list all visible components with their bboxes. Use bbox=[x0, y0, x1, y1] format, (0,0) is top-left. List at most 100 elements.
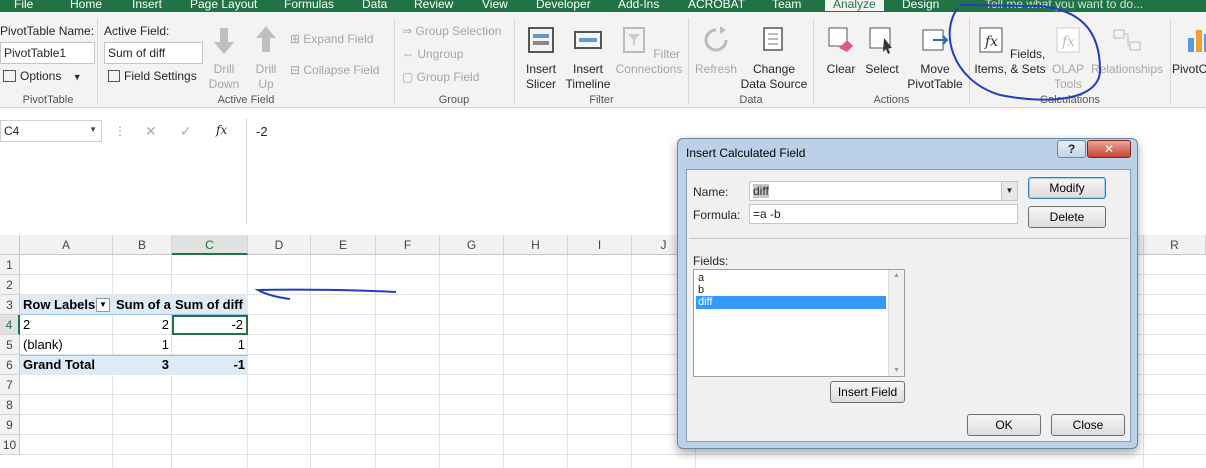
change-data-source-button[interactable]: Change Data Source bbox=[739, 24, 809, 92]
column-header-a[interactable]: A bbox=[20, 235, 113, 255]
selected-cell-c4[interactable]: -2 bbox=[172, 315, 248, 335]
pivot-row-label[interactable]: 2 bbox=[20, 315, 113, 335]
listbox-scrollbar[interactable]: ▲ ▼ bbox=[888, 270, 904, 376]
tab-insert[interactable]: Insert bbox=[132, 0, 162, 11]
group-field-button[interactable]: ▢ Group Field bbox=[402, 70, 479, 84]
pivotchart-button[interactable]: PivotC bbox=[1172, 24, 1206, 77]
move-pivottable-button[interactable]: Move PivotTable bbox=[904, 24, 966, 92]
fields-list-item[interactable]: b bbox=[696, 284, 886, 296]
pivot-total-sum-a[interactable]: 3 bbox=[113, 355, 172, 375]
tab-team[interactable]: Team bbox=[772, 0, 801, 11]
pivottable-group-label: PivotTable bbox=[22, 94, 74, 106]
row-header-1[interactable]: 1 bbox=[0, 255, 20, 275]
row-header-4[interactable]: 4 bbox=[0, 315, 20, 335]
clear-button[interactable]: Clear bbox=[822, 24, 860, 77]
row-header-9[interactable]: 9 bbox=[0, 415, 20, 435]
pivot-row-sum-a[interactable]: 1 bbox=[113, 335, 172, 355]
tab-review[interactable]: Review bbox=[414, 0, 453, 11]
help-button[interactable]: ? bbox=[1057, 140, 1086, 158]
tab-file[interactable]: File bbox=[14, 0, 33, 11]
column-header-f[interactable]: F bbox=[376, 235, 440, 255]
pivot-row-label[interactable]: (blank) bbox=[20, 335, 113, 355]
eraser-icon bbox=[828, 27, 853, 52]
column-header-h[interactable]: H bbox=[504, 235, 568, 255]
insert-function-icon[interactable]: fx bbox=[216, 123, 227, 137]
ungroup-button[interactable]: ⇔ Ungroup bbox=[402, 47, 463, 61]
options-button[interactable]: Options ▼ bbox=[3, 69, 82, 83]
tell-me-box[interactable]: Tell me what you want to do... bbox=[985, 0, 1143, 11]
pivottable-name-input[interactable]: PivotTable1 bbox=[0, 42, 95, 64]
column-header-i[interactable]: I bbox=[568, 235, 632, 255]
ok-button[interactable]: OK bbox=[967, 414, 1041, 436]
column-header-c[interactable]: C bbox=[172, 235, 248, 255]
fields-listbox[interactable]: a b diff ▲ ▼ bbox=[693, 269, 905, 377]
collapse-field-button[interactable]: ⊟ Collapse Field bbox=[290, 63, 379, 77]
chevron-down-icon[interactable]: ▼ bbox=[1001, 182, 1017, 200]
tab-home[interactable]: Home bbox=[70, 0, 102, 11]
expand-field-button[interactable]: ⊞ Expand Field bbox=[290, 32, 373, 46]
pivot-total-sum-diff[interactable]: -1 bbox=[172, 355, 248, 375]
fields-items-sets-button[interactable]: fx Fields, Items, & Sets bbox=[974, 24, 1046, 77]
row-header-6[interactable]: 6 bbox=[0, 355, 20, 375]
cancel-icon[interactable]: ✕ bbox=[145, 123, 157, 140]
column-header-e[interactable]: E bbox=[311, 235, 376, 255]
relationships-label: Relationships bbox=[1090, 62, 1164, 76]
name-combobox[interactable]: diff ▼ bbox=[749, 181, 1018, 201]
dialog-title: Insert Calculated Field bbox=[686, 146, 806, 160]
tab-developer[interactable]: Developer bbox=[536, 0, 591, 11]
row-header-10[interactable]: 10 bbox=[0, 435, 20, 455]
column-header-r[interactable]: R bbox=[1144, 235, 1206, 255]
pivot-header-row-labels[interactable]: Row Labels ▼ bbox=[20, 295, 113, 315]
column-header-b[interactable]: B bbox=[113, 235, 172, 255]
pivot-row-sum-diff[interactable]: 1 bbox=[172, 335, 248, 355]
group-selection-button[interactable]: ⇒ Group Selection bbox=[402, 24, 501, 38]
active-field-input[interactable]: Sum of diff bbox=[104, 42, 203, 64]
column-header-g[interactable]: G bbox=[440, 235, 504, 255]
formula-input[interactable]: =a -b bbox=[749, 204, 1018, 224]
drill-up-button[interactable]: Drill Up bbox=[247, 24, 285, 92]
tab-acrobat[interactable]: ACROBAT bbox=[688, 0, 745, 11]
row-header-5[interactable]: 5 bbox=[0, 335, 20, 355]
fields-list-item-selected[interactable]: diff bbox=[696, 296, 886, 309]
tab-design[interactable]: Design bbox=[902, 0, 940, 11]
insert-slicer-button[interactable]: Insert Slicer bbox=[519, 24, 563, 92]
close-button[interactable]: Close bbox=[1051, 414, 1125, 436]
row-header-8[interactable]: 8 bbox=[0, 395, 20, 415]
pivot-row-sum-a[interactable]: 2 bbox=[113, 315, 172, 335]
delete-button[interactable]: Delete bbox=[1028, 206, 1106, 228]
pivot-total-label[interactable]: Grand Total bbox=[20, 355, 113, 375]
name-box[interactable]: C4 ▼ bbox=[0, 120, 102, 142]
relationships-button[interactable]: Relationships bbox=[1090, 24, 1164, 77]
formula-bar-value[interactable]: -2 bbox=[256, 124, 268, 139]
tab-page-layout[interactable]: Page Layout bbox=[190, 0, 257, 11]
dialog-close-x-button[interactable]: ✕ bbox=[1087, 140, 1131, 158]
tab-formulas[interactable]: Formulas bbox=[284, 0, 334, 11]
column-header-d[interactable]: D bbox=[248, 235, 311, 255]
row-header-7[interactable]: 7 bbox=[0, 375, 20, 395]
row-header-3[interactable]: 3 bbox=[0, 295, 20, 315]
olap-tools-button[interactable]: fx OLAP Tools bbox=[1048, 24, 1088, 92]
filter-connections-button[interactable]: Filter Connections bbox=[613, 24, 685, 77]
field-settings-button[interactable]: Field Settings bbox=[108, 69, 197, 83]
tab-analyze[interactable]: Analyze bbox=[825, 0, 884, 11]
pivot-header-sum-diff[interactable]: Sum of diff bbox=[172, 295, 248, 315]
tab-add-ins[interactable]: Add-Ins bbox=[618, 0, 659, 11]
fields-list-item[interactable]: a bbox=[696, 272, 886, 284]
refresh-icon bbox=[704, 26, 728, 52]
filter-dropdown-icon[interactable]: ▼ bbox=[96, 298, 110, 312]
tab-data[interactable]: Data bbox=[362, 0, 387, 11]
select-all-corner[interactable] bbox=[0, 235, 20, 255]
refresh-button[interactable]: Refresh bbox=[694, 24, 738, 77]
select-button[interactable]: Select bbox=[862, 24, 902, 77]
enter-check-icon[interactable]: ✓ bbox=[180, 123, 192, 140]
scroll-down-icon[interactable]: ▼ bbox=[893, 367, 900, 374]
scroll-up-icon[interactable]: ▲ bbox=[893, 272, 900, 279]
insert-field-button[interactable]: Insert Field bbox=[830, 381, 905, 403]
select-label: Select bbox=[865, 62, 899, 76]
insert-timeline-button[interactable]: Insert Timeline bbox=[563, 24, 613, 92]
pivot-header-sum-a[interactable]: Sum of a bbox=[113, 295, 172, 315]
modify-button[interactable]: Modify bbox=[1028, 177, 1106, 199]
drill-down-button[interactable]: Drill Down bbox=[205, 24, 243, 92]
row-header-2[interactable]: 2 bbox=[0, 275, 20, 295]
tab-view[interactable]: View bbox=[482, 0, 508, 11]
